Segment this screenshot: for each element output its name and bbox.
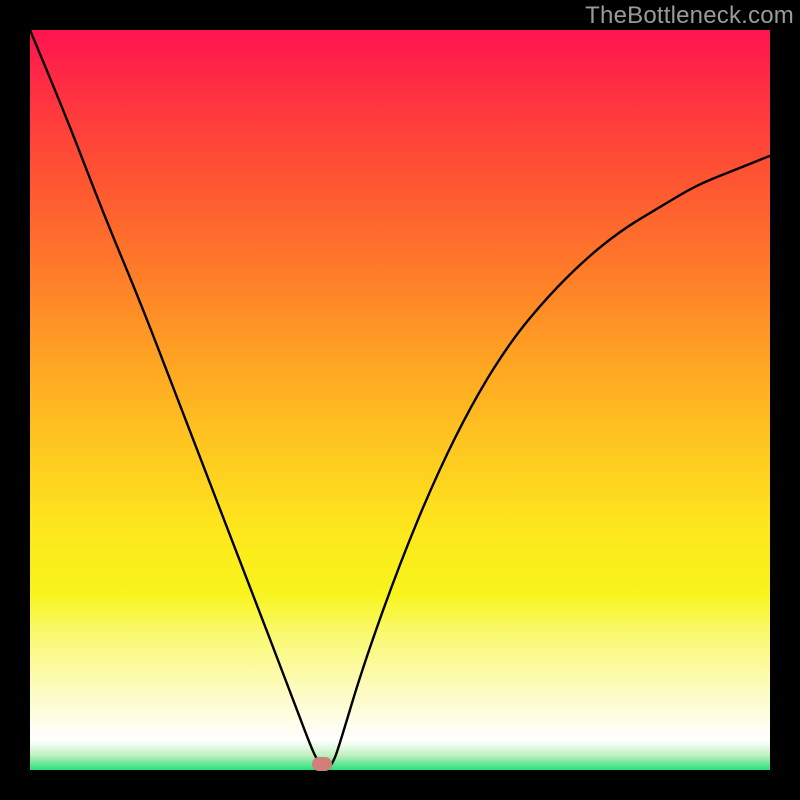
chart-container: TheBottleneck.com [0,0,800,800]
watermark-text: TheBottleneck.com [585,2,794,30]
chart-background-gradient [30,30,770,770]
minimum-marker [312,757,332,771]
